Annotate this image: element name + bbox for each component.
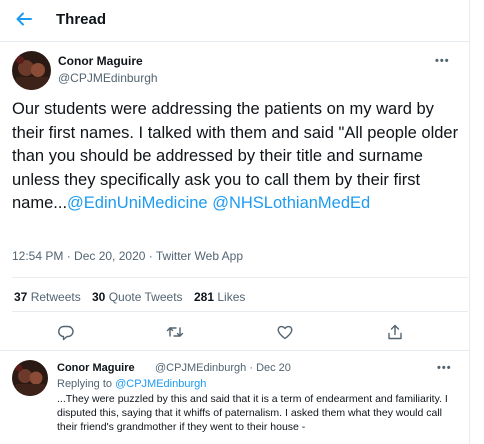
reply-author-meta: @CPJMEdinburgh · Dec 20: [155, 362, 291, 374]
quote-tweets-stat[interactable]: 30 Quote Tweets: [92, 290, 183, 304]
divider: [12, 277, 468, 278]
retweets-count: 37: [14, 290, 28, 304]
mention-link[interactable]: @NHSLothianMedEd: [212, 194, 370, 212]
column-border: [469, 0, 470, 444]
arrow-left-icon[interactable]: [14, 9, 34, 29]
replying-to: Replying to @CPJMEdinburgh: [57, 378, 206, 390]
divider: [0, 350, 470, 351]
tweet-text: Our students were addressing the patient…: [12, 98, 468, 216]
likes-count: 281: [194, 290, 215, 304]
share-icon[interactable]: [386, 323, 404, 341]
reply-author-name[interactable]: Conor Maguire: [57, 362, 135, 374]
page-title: Thread: [56, 11, 107, 28]
author-handle[interactable]: @CPJMEdinburgh: [58, 71, 158, 85]
heart-icon[interactable]: [276, 323, 294, 341]
tweet-timestamp[interactable]: 12:54 PM · Dec 20, 2020 · Twitter Web Ap…: [12, 249, 243, 263]
reply-more-options-icon[interactable]: •••: [437, 362, 452, 374]
author-name[interactable]: Conor Maguire: [58, 54, 143, 68]
reply-text: ...They were puzzled by this and said th…: [57, 393, 448, 433]
reply-icon[interactable]: [57, 323, 75, 341]
header-divider: [0, 41, 470, 42]
quotes-count: 30: [92, 290, 106, 304]
retweet-icon[interactable]: [166, 323, 184, 341]
quotes-label: Quote Tweets: [108, 290, 183, 304]
reply-avatar[interactable]: [12, 360, 48, 396]
retweets-label: Retweets: [30, 290, 81, 304]
likes-stat[interactable]: 281 Likes: [194, 290, 245, 304]
reply-author-handle[interactable]: @CPJMEdinburgh: [155, 362, 246, 374]
avatar[interactable]: [12, 51, 51, 90]
mention-link[interactable]: @EdinUniMedicine: [67, 194, 208, 212]
separator-dot: ·: [249, 362, 253, 374]
divider: [12, 311, 468, 312]
replying-to-label: Replying to: [57, 378, 113, 390]
thread-header: Thread: [0, 0, 484, 42]
more-options-icon[interactable]: •••: [435, 55, 450, 67]
replying-to-handle[interactable]: @CPJMEdinburgh: [115, 378, 206, 390]
reply-date[interactable]: Dec 20: [256, 362, 291, 374]
likes-label: Likes: [217, 290, 246, 304]
retweets-stat[interactable]: 37 Retweets: [14, 290, 81, 304]
